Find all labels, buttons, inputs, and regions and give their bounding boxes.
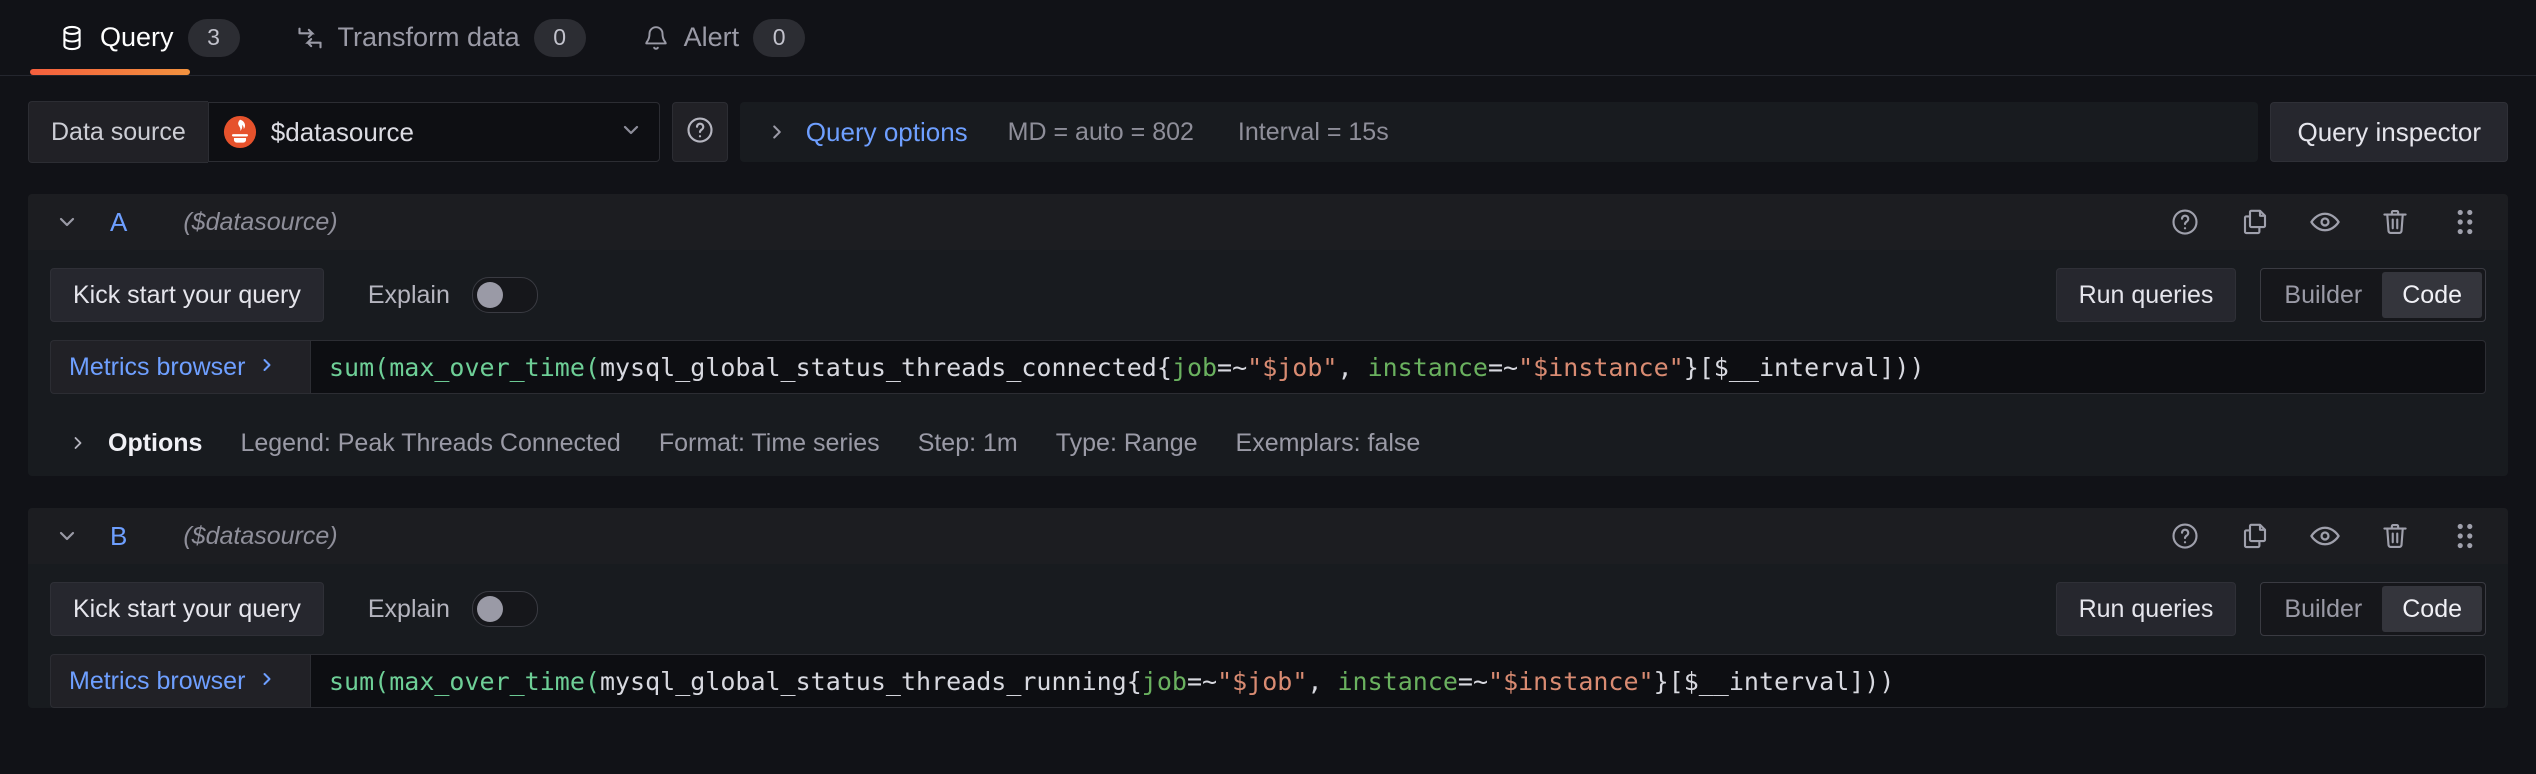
metrics-browser-button[interactable]: Metrics browser — [50, 654, 310, 708]
editor-mode-builder[interactable]: Builder — [2264, 586, 2382, 632]
query-row-b: B ($datasource) — [28, 508, 2508, 708]
promql-code-editor-b[interactable]: sum(max_over_time(mysql_global_status_th… — [310, 654, 2486, 708]
query-row-a: A ($datasource) — [28, 194, 2508, 476]
query-b-toolbar: Kick start your query Explain Run querie… — [50, 582, 2486, 636]
collapse-chevron-icon[interactable] — [50, 519, 84, 553]
duplicate-icon[interactable] — [2238, 205, 2272, 239]
query-b-toolbar-right: Run queries Builder Code — [2056, 582, 2486, 636]
toggle-knob — [477, 596, 503, 622]
query-row-a-actions — [2168, 205, 2488, 239]
editor-mode-switcher: Builder Code — [2260, 582, 2486, 636]
explain-label: Explain — [368, 281, 450, 310]
query-options-max-data-points: MD = auto = 802 — [1008, 118, 1194, 147]
help-circle-icon[interactable] — [2168, 519, 2202, 553]
drag-handle-icon[interactable] — [2448, 519, 2482, 553]
transform-icon — [296, 24, 324, 52]
drag-handle-icon[interactable] — [2448, 205, 2482, 239]
option-type: Type: Range — [1056, 429, 1198, 458]
tab-query-count: 3 — [188, 19, 240, 57]
explain-control: Explain — [368, 591, 538, 627]
trash-icon[interactable] — [2378, 205, 2412, 239]
query-inspector-button[interactable]: Query inspector — [2270, 102, 2508, 162]
duplicate-icon[interactable] — [2238, 519, 2272, 553]
editor-mode-code[interactable]: Code — [2382, 272, 2482, 318]
query-ref-id-a[interactable]: A — [110, 207, 127, 238]
tab-alert-label: Alert — [684, 22, 740, 53]
chevron-down-icon — [619, 118, 643, 147]
eye-icon[interactable] — [2308, 205, 2342, 239]
option-exemplars: Exemplars: false — [1236, 429, 1421, 458]
bell-icon — [642, 24, 670, 52]
promql-expression-a: sum(max_over_time(mysql_global_status_th… — [329, 355, 1925, 380]
active-tab-indicator — [30, 69, 190, 75]
datasource-value: $datasource — [271, 117, 605, 148]
datasource-label: Data source — [28, 101, 208, 163]
tab-alert-count: 0 — [753, 19, 805, 57]
database-icon — [58, 24, 86, 52]
explain-control: Explain — [368, 277, 538, 313]
chevron-right-icon — [257, 667, 277, 696]
query-row-b-body: Kick start your query Explain Run querie… — [28, 564, 2508, 708]
explain-toggle[interactable] — [472, 591, 538, 627]
kick-start-query-button[interactable]: Kick start your query — [50, 268, 324, 322]
option-format: Format: Time series — [659, 429, 880, 458]
query-b-expression-row: Metrics browser sum(max_over_time(mysql_… — [50, 654, 2486, 708]
query-row-a-header: A ($datasource) — [28, 194, 2508, 250]
chevron-right-icon — [257, 353, 277, 382]
query-row-a-body: Kick start your query Explain Run querie… — [28, 250, 2508, 476]
query-a-expression-row: Metrics browser sum(max_over_time(mysql_… — [50, 340, 2486, 394]
help-circle-icon — [685, 115, 715, 150]
datasource-help-button[interactable] — [672, 102, 728, 162]
run-queries-button[interactable]: Run queries — [2056, 582, 2237, 636]
run-queries-button[interactable]: Run queries — [2056, 268, 2237, 322]
tab-transform-data-label: Transform data — [338, 22, 520, 53]
editor-mode-code[interactable]: Code — [2382, 586, 2482, 632]
query-options-bar[interactable]: Query options MD = auto = 802 Interval =… — [740, 102, 2259, 162]
toggle-knob — [477, 282, 503, 308]
eye-icon[interactable] — [2308, 519, 2342, 553]
query-row-b-actions — [2168, 519, 2488, 553]
query-editor-pane: Query 3 Transform data 0 Alert — [0, 0, 2536, 774]
tab-query[interactable]: Query 3 — [30, 0, 268, 76]
datasource-picker[interactable]: $datasource — [208, 102, 660, 162]
metrics-browser-label: Metrics browser — [69, 667, 245, 696]
editor-mode-switcher: Builder Code — [2260, 268, 2486, 322]
explain-toggle[interactable] — [472, 277, 538, 313]
query-options-label[interactable]: Query options — [806, 117, 968, 148]
panel-editor-tabs: Query 3 Transform data 0 Alert — [0, 0, 2536, 76]
chevron-right-icon — [766, 121, 788, 143]
help-circle-icon[interactable] — [2168, 205, 2202, 239]
query-row-b-header: B ($datasource) — [28, 508, 2508, 564]
promql-code-editor-a[interactable]: sum(max_over_time(mysql_global_status_th… — [310, 340, 2486, 394]
query-a-options-row[interactable]: Options Legend: Peak Threads Connected F… — [50, 410, 2486, 476]
editor-mode-builder[interactable]: Builder — [2264, 272, 2382, 318]
tab-transform-data-count: 0 — [534, 19, 586, 57]
promql-expression-b: sum(max_over_time(mysql_global_status_th… — [329, 669, 1894, 694]
prometheus-logo-icon — [223, 115, 257, 149]
query-a-toolbar-right: Run queries Builder Code — [2056, 268, 2486, 322]
metrics-browser-button[interactable]: Metrics browser — [50, 340, 310, 394]
explain-label: Explain — [368, 595, 450, 624]
kick-start-query-button[interactable]: Kick start your query — [50, 582, 324, 636]
query-row-b-datasource: ($datasource) — [183, 522, 337, 551]
tab-alert[interactable]: Alert 0 — [614, 0, 834, 76]
query-a-toolbar: Kick start your query Explain Run querie… — [50, 268, 2486, 322]
tab-transform-data[interactable]: Transform data 0 — [268, 0, 614, 76]
datasource-toolbar: Data source $datasource — [28, 102, 2508, 162]
trash-icon[interactable] — [2378, 519, 2412, 553]
collapse-chevron-icon[interactable] — [50, 205, 84, 239]
query-options-toggle-label[interactable]: Options — [108, 429, 202, 458]
option-step: Step: 1m — [918, 429, 1018, 458]
tab-query-label: Query — [100, 22, 174, 53]
query-row-a-datasource: ($datasource) — [183, 208, 337, 237]
option-legend: Legend: Peak Threads Connected — [240, 429, 620, 458]
query-ref-id-b[interactable]: B — [110, 521, 127, 552]
metrics-browser-label: Metrics browser — [69, 353, 245, 382]
query-options-interval: Interval = 15s — [1238, 118, 1389, 147]
chevron-right-icon — [68, 433, 88, 453]
